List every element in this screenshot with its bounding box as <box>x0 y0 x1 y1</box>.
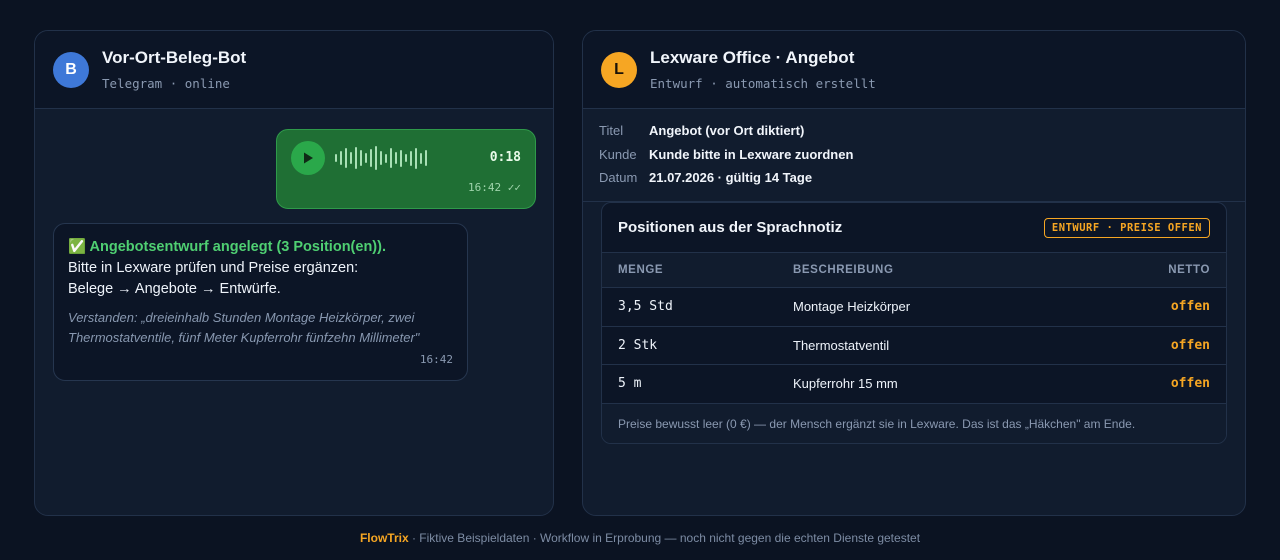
row-desc: Thermostatventil <box>793 337 890 353</box>
waveform-bar <box>420 152 422 164</box>
meta-row-customer: Kunde Kunde bitte in Lexware zuordnen <box>599 147 1245 171</box>
waveform-bar <box>335 154 337 162</box>
reply-headline: ✅ Angebotsentwurf angelegt (3 Position(e… <box>68 239 386 255</box>
voice-timestamp: 16:42 ✓✓ <box>468 181 521 194</box>
waveform-bar <box>410 150 412 166</box>
bot-avatar[interactable]: B <box>53 51 89 88</box>
meta-value[interactable]: Angebot (vor Ort diktiert) <box>649 123 804 147</box>
row-qty: 2 Stk <box>618 337 658 353</box>
lexware-avatar: L <box>601 51 637 88</box>
footer-text: · Fiktive Beispieldaten · Workflow in Er… <box>408 531 921 545</box>
table-row[interactable]: 2 Stk Thermostatventil offen <box>602 327 1226 365</box>
waveform-bar <box>345 148 347 168</box>
bot-reply-message: ✅ Angebotsentwurf angelegt (3 Position(e… <box>53 223 468 381</box>
meta-row-date: Datum 21.07.2026 · gültig 14 Tage <box>599 170 1245 194</box>
meta-value[interactable]: 21.07.2026 · gültig 14 Tage <box>649 170 812 194</box>
positions-title: Positionen aus der Sprachnotiz <box>618 219 843 236</box>
row-desc: Montage Heizkörper <box>793 299 911 315</box>
reply-instruction: Bitte in Lexware prüfen und Preise ergän… <box>68 260 359 276</box>
play-icon <box>304 152 313 164</box>
chat-status: Telegram · online <box>102 76 230 91</box>
meta-key: Titel <box>599 123 624 138</box>
play-button[interactable] <box>291 141 325 175</box>
waveform-bar <box>370 149 372 167</box>
page-footer: FlowTrix · Fiktive Beispieldaten · Workf… <box>0 531 1280 545</box>
chat-title: Vor-Ort-Beleg-Bot <box>102 48 247 67</box>
voice-duration: 0:18 <box>489 150 521 165</box>
waveform-bar <box>380 151 382 165</box>
meta-row-title: Titel Angebot (vor Ort diktiert) <box>599 123 1245 147</box>
offer-header: L Lexware Office · Angebot Entwurf · aut… <box>583 31 1245 109</box>
meta-key: Datum <box>599 170 638 185</box>
status-badge: ENTWURF · PREISE OFFEN <box>1043 217 1210 238</box>
column-header-net[interactable]: NETTO <box>1130 264 1210 276</box>
waveform-bar <box>385 153 387 163</box>
waveform-bar <box>360 150 362 166</box>
voice-message-bubble[interactable]: 0:18 16:42 ✓✓ <box>276 129 536 209</box>
waveform-bar <box>425 150 427 166</box>
positions-footnote: Preise bewusst leer (0 €) — der Mensch e… <box>602 403 1226 443</box>
waveform-bar <box>350 152 352 164</box>
reply-timestamp: 16:42 <box>419 353 453 366</box>
column-header-desc[interactable]: BESCHREIBUNG <box>793 264 1130 276</box>
waveform-bar <box>365 153 367 163</box>
column-header-qty[interactable]: MENGE <box>618 264 793 276</box>
row-desc: Kupferrohr 15 mm <box>793 376 898 392</box>
waveform-bar <box>405 154 407 162</box>
footer-brand[interactable]: FlowTrix <box>360 531 409 545</box>
table-header: MENGE BESCHREIBUNG NETTO <box>602 253 1226 288</box>
waveform-bar <box>400 149 402 167</box>
table-row[interactable]: 5 m Kupferrohr 15 mm offen <box>602 365 1226 404</box>
row-qty: 3,5 Std <box>618 299 673 315</box>
waveform-bar <box>415 147 417 169</box>
row-qty: 5 m <box>618 376 642 392</box>
positions-card-header: Positionen aus der Sprachnotiz ENTWURF ·… <box>602 203 1226 253</box>
reply-transcript: Verstanden: „dreieinhalb Stunden Montage… <box>68 310 420 345</box>
waveform-icon[interactable] <box>335 146 427 170</box>
row-net: offen <box>1170 337 1210 353</box>
waveform-bar <box>375 146 377 170</box>
positions-card: Positionen aus der Sprachnotiz ENTWURF ·… <box>601 202 1227 444</box>
lexware-offer-panel: L Lexware Office · Angebot Entwurf · aut… <box>582 30 1246 516</box>
reply-path: Belege → Angebote → Entwürfe. <box>68 281 281 297</box>
offer-title: Lexware Office · Angebot <box>650 48 855 67</box>
offer-meta: Titel Angebot (vor Ort diktiert) Kunde K… <box>583 109 1245 194</box>
row-net: offen <box>1170 376 1210 392</box>
table-row[interactable]: 3,5 Std Montage Heizkörper offen <box>602 288 1226 327</box>
offer-subtitle: Entwurf · automatisch erstellt <box>650 76 876 91</box>
meta-key: Kunde <box>599 146 637 162</box>
waveform-bar <box>395 152 397 164</box>
waveform-bar <box>355 147 357 169</box>
waveform-bar <box>340 151 342 165</box>
waveform-bar <box>390 148 392 168</box>
telegram-chat-panel: B Vor-Ort-Beleg-Bot Telegram · online 0:… <box>34 30 554 516</box>
meta-value[interactable]: Kunde bitte in Lexware zuordnen <box>649 147 853 171</box>
row-net: offen <box>1170 299 1210 315</box>
chat-header: B Vor-Ort-Beleg-Bot Telegram · online <box>35 31 553 109</box>
